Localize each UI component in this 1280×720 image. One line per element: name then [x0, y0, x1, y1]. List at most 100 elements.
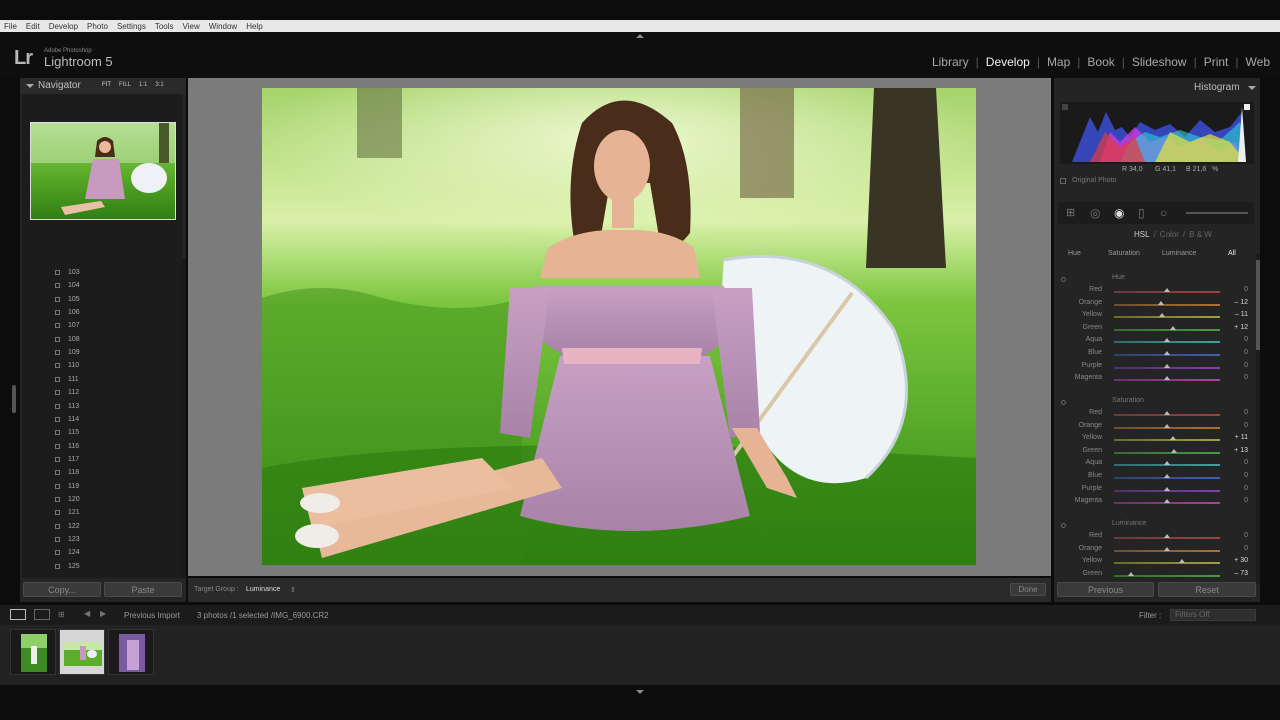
graduated-filter-icon[interactable]: ▯	[1138, 206, 1145, 220]
slider-value[interactable]: 0	[1222, 409, 1248, 416]
history-item[interactable]: 125	[22, 560, 182, 573]
filmstrip-info[interactable]: 3 photos /1 selected /IMG_6900.CR2	[197, 611, 329, 620]
history-item[interactable]: 117	[22, 453, 182, 466]
zoom-option-0[interactable]: FIT	[102, 82, 111, 88]
filter-select[interactable]: Filters Off	[1170, 609, 1256, 621]
film-thumb[interactable]	[10, 629, 56, 675]
slider-value[interactable]: 0	[1222, 545, 1248, 552]
slider-thumb[interactable]	[1169, 436, 1176, 441]
slider-thumb[interactable]	[1164, 338, 1170, 343]
menu-file[interactable]: File	[4, 22, 17, 31]
hsl-slider-yellow[interactable]: Yellow – 11	[1054, 311, 1254, 323]
slider-thumb[interactable]	[1127, 571, 1134, 576]
slider-thumb[interactable]	[1170, 448, 1177, 453]
history-item[interactable]: 104	[22, 279, 182, 292]
slider-thumb[interactable]	[1164, 376, 1170, 381]
slider-thumb[interactable]	[1158, 300, 1164, 305]
film-thumb[interactable]	[108, 629, 154, 675]
slider-thumb[interactable]	[1164, 474, 1170, 478]
left-panel-scroll-handle[interactable]	[12, 385, 16, 413]
back-arrow-icon[interactable]: ◀	[84, 609, 90, 618]
history-item[interactable]: 124	[22, 546, 182, 559]
targeted-adjust-icon[interactable]	[1061, 523, 1066, 528]
hsl-slider-aqua[interactable]: Aqua 0	[1054, 336, 1254, 348]
slider-thumb[interactable]	[1164, 534, 1170, 538]
hsl-subtab-hue[interactable]: Hue	[1068, 250, 1081, 257]
hsl-slider-orange[interactable]: Orange 0	[1054, 422, 1254, 434]
hsl-subtab-saturation[interactable]: Saturation	[1108, 250, 1140, 257]
original-photo-checkbox[interactable]	[1060, 178, 1066, 184]
history-item[interactable]: 119	[22, 480, 182, 493]
slider-thumb[interactable]	[1164, 411, 1170, 415]
right-scroll-handle[interactable]	[1256, 260, 1260, 350]
slider-value[interactable]: 0	[1222, 472, 1248, 479]
radial-filter-icon[interactable]: ○	[1160, 206, 1167, 220]
module-library[interactable]: Library	[932, 55, 969, 69]
menu-view[interactable]: View	[183, 22, 200, 31]
hsl-tab-0[interactable]: HSL	[1134, 230, 1150, 239]
menu-help[interactable]: Help	[246, 22, 262, 31]
history-item[interactable]: 103	[22, 266, 182, 279]
targeted-adjust-icon[interactable]	[1061, 400, 1066, 405]
zoom-option-3[interactable]: 3:1	[155, 82, 163, 88]
paste-button[interactable]: Paste	[104, 582, 182, 597]
zoom-option-1[interactable]: FILL	[119, 82, 131, 88]
done-button[interactable]: Done	[1010, 583, 1046, 596]
module-slideshow[interactable]: Slideshow	[1132, 55, 1187, 69]
history-item[interactable]: 108	[22, 333, 182, 346]
slider-thumb[interactable]	[1164, 423, 1170, 428]
menu-tools[interactable]: Tools	[155, 22, 174, 31]
slider-thumb[interactable]	[1164, 546, 1170, 551]
history-item[interactable]: 121	[22, 506, 182, 519]
target-group-select[interactable]: Luminance	[246, 586, 280, 593]
hsl-slider-red[interactable]: Red 0	[1054, 409, 1254, 421]
module-print[interactable]: Print	[1204, 55, 1229, 69]
slider-value[interactable]: 0	[1222, 374, 1248, 381]
forward-arrow-icon[interactable]: ▶	[100, 609, 106, 618]
slider-value[interactable]: + 12	[1222, 324, 1248, 331]
slider-value[interactable]: 0	[1222, 459, 1248, 466]
menu-edit[interactable]: Edit	[26, 22, 40, 31]
hsl-slider-magenta[interactable]: Magenta 0	[1054, 497, 1254, 509]
slider-thumb[interactable]	[1164, 288, 1170, 292]
history-item[interactable]: 110	[22, 359, 182, 372]
history-item[interactable]: 115	[22, 426, 182, 439]
slider-track[interactable]	[1114, 451, 1220, 454]
slider-value[interactable]: + 11	[1222, 434, 1248, 441]
top-panel-toggle-icon[interactable]	[636, 34, 644, 38]
history-item[interactable]: 114	[22, 413, 182, 426]
hsl-subtab-all[interactable]: All	[1228, 250, 1236, 257]
slider-value[interactable]: 0	[1222, 349, 1248, 356]
history-item[interactable]: 123	[22, 533, 182, 546]
slider-track[interactable]	[1114, 316, 1220, 319]
hsl-slider-purple[interactable]: Purple 0	[1054, 485, 1254, 497]
history-item[interactable]: 111	[22, 373, 182, 386]
target-group-dropdown-icon[interactable]: ⇕	[290, 586, 296, 594]
crop-icon[interactable]: ⊞	[1066, 206, 1075, 219]
hsl-slider-purple[interactable]: Purple 0	[1054, 362, 1254, 374]
module-develop[interactable]: Develop	[986, 55, 1030, 69]
film-thumb-selected[interactable]	[59, 629, 105, 675]
module-map[interactable]: Map	[1047, 55, 1070, 69]
slider-thumb[interactable]	[1164, 461, 1170, 466]
menu-window[interactable]: Window	[209, 22, 237, 31]
hsl-subtab-luminance[interactable]: Luminance	[1162, 250, 1196, 257]
zoom-option-2[interactable]: 1:1	[139, 82, 147, 88]
slider-track[interactable]	[1114, 328, 1220, 331]
hsl-slider-orange[interactable]: Orange 0	[1054, 545, 1254, 557]
slider-value[interactable]: + 13	[1222, 447, 1248, 454]
right-panel-scrollbar[interactable]	[1256, 254, 1260, 584]
copy-button[interactable]: Copy...	[23, 582, 101, 597]
slider-thumb[interactable]	[1164, 363, 1170, 368]
navigator-thumbnail[interactable]	[30, 122, 176, 220]
history-item[interactable]: 107	[22, 319, 182, 332]
hsl-slider-orange[interactable]: Orange – 12	[1054, 299, 1254, 311]
grid-icon[interactable]: ⊞	[58, 610, 65, 619]
histogram-chart[interactable]	[1060, 102, 1254, 164]
history-item[interactable]: 116	[22, 440, 182, 453]
hsl-tab-2[interactable]: Color	[1160, 230, 1179, 239]
hsl-tab-4[interactable]: B & W	[1189, 230, 1212, 239]
histogram-collapse-icon[interactable]	[1248, 86, 1256, 90]
slider-value[interactable]: 0	[1222, 497, 1248, 504]
slider-value[interactable]: – 11	[1222, 311, 1248, 318]
